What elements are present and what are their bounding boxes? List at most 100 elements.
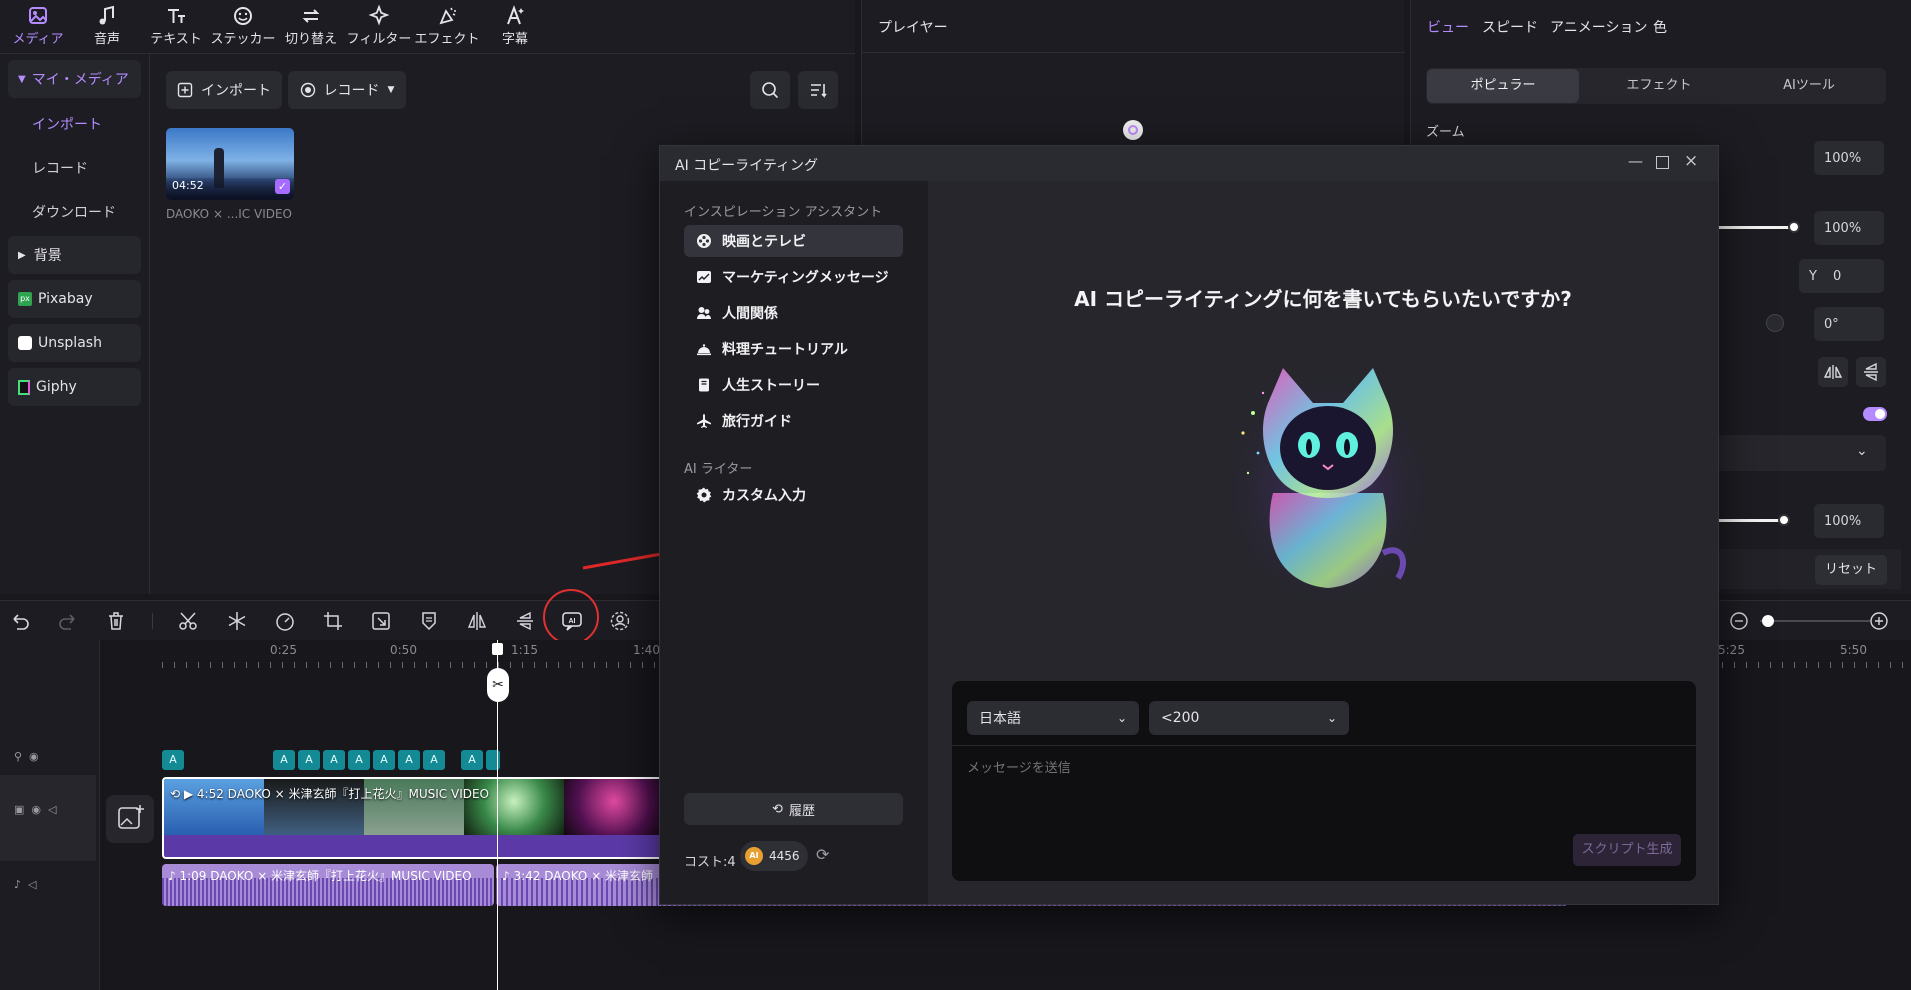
language-select[interactable]: 日本語 ⌄ (967, 701, 1139, 735)
caption-clip[interactable]: A (273, 750, 295, 770)
subtab-effect[interactable]: エフェクト (1586, 69, 1732, 103)
y-label: Y (1809, 268, 1817, 284)
opacity-value-field[interactable]: 100% (1814, 504, 1884, 538)
zoom-value-field[interactable]: 100% (1814, 141, 1884, 175)
sidebar-item-record[interactable]: レコード (32, 158, 88, 178)
audio-track-controls[interactable]: ♪ ◁ (14, 878, 36, 891)
zoom-in-icon[interactable] (1868, 610, 1890, 632)
nav-item-custom-input[interactable]: カスタム入力 (684, 479, 903, 511)
length-select[interactable]: <200 ⌄ (1149, 701, 1349, 735)
maximize-icon[interactable] (1656, 156, 1669, 169)
nav-item-cooking[interactable]: 料理チュートリアル (684, 333, 903, 365)
tool-audio[interactable]: 音声 (72, 5, 142, 47)
sort-button[interactable] (798, 71, 838, 109)
nav-item-movie-tv[interactable]: 映画とテレビ (684, 225, 903, 257)
tab-animation[interactable]: アニメーション (1550, 17, 1647, 37)
sidebar-item-background[interactable]: ▶ 背景 (8, 236, 141, 274)
toggle-switch[interactable] (1863, 407, 1887, 421)
import-button[interactable]: インポート (166, 71, 282, 109)
delete-icon[interactable] (105, 610, 127, 632)
timeline-zoom-slider[interactable] (1760, 620, 1870, 622)
search-button[interactable] (750, 71, 790, 109)
y-value: 0 (1832, 268, 1842, 284)
tool-effect[interactable]: エフェクト (412, 5, 482, 47)
message-input[interactable] (967, 757, 1681, 817)
generate-script-button[interactable]: スクリプト生成 (1573, 834, 1681, 866)
scissors-icon[interactable] (177, 610, 199, 632)
import-button-label: インポート (201, 83, 271, 99)
section-writer: AI ライター (684, 462, 753, 477)
add-cover-button[interactable] (106, 795, 154, 843)
tool-caption[interactable]: 字幕 (480, 5, 550, 47)
nav-item-label: 人間関係 (722, 306, 778, 322)
sidebar-item-unsplash[interactable]: Unsplash (8, 324, 141, 362)
caption-clip[interactable]: A (348, 750, 370, 770)
caption-clip[interactable]: A (423, 750, 445, 770)
flip-horizontal-button[interactable] (1818, 357, 1848, 387)
ai-copywriting-icon[interactable]: AI (561, 610, 583, 632)
flip-icon[interactable] (514, 610, 536, 632)
caption-clip[interactable]: A (298, 750, 320, 770)
tab-speed[interactable]: スピード (1482, 17, 1538, 37)
caption-clip[interactable]: A (323, 750, 345, 770)
sidebar-my-media[interactable]: ▼ マイ・メディア (8, 60, 141, 98)
face-track-icon[interactable] (609, 610, 631, 632)
mask-icon[interactable] (418, 610, 440, 632)
subtab-popular[interactable]: ポピュラー (1427, 69, 1579, 103)
y-value-field[interactable]: Y 0 (1799, 259, 1884, 293)
media-clip-thumbnail[interactable]: 04:52 ✓ (166, 128, 294, 200)
nav-item-life-story[interactable]: 人生ストーリー (684, 369, 903, 401)
timeline-zoom-knob[interactable] (1762, 615, 1774, 627)
chevron-down-icon: ⌄ (1856, 443, 1868, 459)
nav-item-travel[interactable]: 旅行ガイド (684, 405, 903, 437)
tool-text[interactable]: テキスト (141, 5, 211, 47)
rotation-value-field[interactable]: 0° (1814, 307, 1884, 341)
opacity-slider-knob[interactable] (1778, 514, 1790, 526)
undo-icon[interactable] (9, 610, 31, 632)
sidebar-item-pixabay[interactable]: px Pixabay (8, 280, 141, 318)
sidebar-item-download[interactable]: ダウンロード (32, 202, 116, 222)
mirror-icon[interactable] (466, 610, 488, 632)
zoom-out-icon[interactable] (1728, 610, 1750, 632)
loop-icon: ⟲ ▶ (170, 787, 197, 801)
nav-item-marketing[interactable]: マーケティングメッセージ (684, 261, 903, 293)
nav-item-relationships[interactable]: 人間関係 (684, 297, 903, 329)
minimize-icon[interactable]: — (1628, 152, 1643, 170)
scale-value-field[interactable]: 100% (1814, 211, 1884, 245)
video-track-controls[interactable]: ▣ ◉ ◁ (14, 803, 56, 816)
sidebar-item-import[interactable]: インポート (32, 114, 102, 134)
scale-slider-knob[interactable] (1788, 221, 1800, 233)
close-icon[interactable]: × (1684, 151, 1698, 171)
dropdown-caret-icon: ▼ (387, 85, 395, 95)
resize-icon[interactable] (370, 610, 392, 632)
caption-clip[interactable]: A (461, 750, 483, 770)
loading-spinner-icon (1123, 120, 1143, 140)
freeze-icon[interactable] (226, 610, 248, 632)
tool-sticker[interactable]: ステッカー (208, 5, 278, 47)
caption-clip[interactable]: A (373, 750, 395, 770)
history-button[interactable]: ⟲ 履歴 (684, 793, 903, 825)
speed-icon[interactable] (274, 610, 296, 632)
tool-media[interactable]: メディア (3, 5, 73, 47)
subtab-ai-tools[interactable]: AIツール (1736, 69, 1882, 103)
rotation-dial[interactable] (1766, 314, 1784, 332)
audio-clip-1[interactable]: ♪ 1:09 DAOKO × 米津玄師『打上花火』MUSIC VIDEO (162, 864, 494, 906)
tool-filter[interactable]: フィルター (344, 5, 414, 47)
audio-clip-2-label: ♪ 3:42 DAOKO × 米津玄師 (502, 869, 654, 883)
tool-transition[interactable]: 切り替え (276, 5, 346, 47)
sticker-icon (234, 7, 252, 25)
record-button[interactable]: レコード ▼ (288, 71, 406, 109)
caption-clip[interactable]: A (398, 750, 420, 770)
crop-icon[interactable] (322, 610, 344, 632)
reset-button[interactable]: リセット (1815, 555, 1887, 585)
caption-clip[interactable]: A (162, 750, 184, 770)
tab-color[interactable]: 色 (1653, 17, 1667, 37)
sidebar-item-giphy[interactable]: Giphy (8, 368, 141, 406)
tab-view[interactable]: ビュー (1427, 17, 1469, 37)
flip-vertical-button[interactable] (1856, 357, 1886, 387)
chevron-down-icon: ⌄ (1116, 711, 1127, 725)
refresh-icon[interactable]: ⟳ (816, 845, 829, 864)
redo-icon[interactable] (57, 610, 79, 632)
split-scissors-icon[interactable]: ✂ (487, 668, 509, 702)
playhead-handle[interactable] (492, 643, 503, 655)
